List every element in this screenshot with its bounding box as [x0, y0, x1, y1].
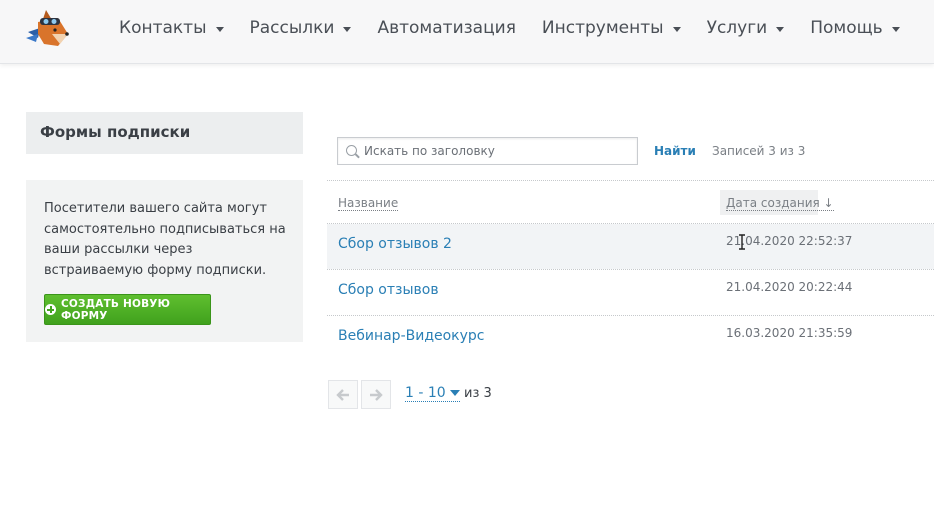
nav-tools[interactable]: Инструменты	[529, 0, 694, 56]
chevron-down-icon	[343, 26, 352, 32]
top-navigation-bar: Контакты Рассылки Автоматизация Инструме…	[0, 0, 934, 64]
chevron-down-icon	[449, 390, 460, 396]
nav-services-label: Услуги	[706, 18, 768, 38]
nav-automation-label: Автоматизация	[377, 18, 516, 38]
divider	[327, 180, 934, 181]
search-icon	[346, 145, 357, 156]
main-menu: Контакты Рассылки Автоматизация Инструме…	[106, 0, 913, 56]
prev-page-button[interactable]	[328, 380, 358, 409]
chevron-down-icon	[891, 26, 900, 32]
divider	[327, 315, 934, 316]
text-cursor-icon	[739, 234, 745, 250]
arrow-left-icon	[336, 388, 349, 401]
records-count: Записей 3 из 3	[712, 144, 806, 158]
nav-tools-label: Инструменты	[541, 18, 664, 38]
column-header-date[interactable]: Дата создания ↓	[726, 196, 834, 211]
nav-mailings[interactable]: Рассылки	[237, 0, 365, 56]
row-date: 16.03.2020 21:35:59	[726, 326, 853, 340]
nav-contacts-label: Контакты	[119, 18, 207, 38]
chevron-down-icon	[776, 26, 785, 32]
find-button[interactable]: Найти	[654, 144, 696, 158]
next-page-button[interactable]	[361, 380, 391, 409]
chevron-down-icon	[672, 26, 681, 32]
search-input[interactable]	[364, 138, 634, 164]
sidebar-description: Посетители вашего сайта могут самостояте…	[44, 201, 286, 278]
nav-services[interactable]: Услуги	[694, 0, 798, 56]
nav-mailings-label: Рассылки	[249, 18, 335, 38]
fox-logo-icon[interactable]	[24, 8, 72, 52]
row-date: 21.04.2020 20:22:44	[726, 280, 853, 294]
sidebar-info-panel: Посетители вашего сайта могут самостояте…	[26, 180, 303, 342]
nav-help[interactable]: Помощь	[797, 0, 912, 56]
create-form-button-label: СОЗДАТЬ НОВУЮ ФОРМУ	[61, 297, 171, 322]
page-size-dropdown[interactable]: 1 - 10	[405, 385, 460, 402]
nav-automation[interactable]: Автоматизация	[364, 0, 528, 56]
column-header-name[interactable]: Название	[338, 196, 399, 211]
form-link[interactable]: Сбор отзывов	[338, 282, 439, 298]
divider	[327, 269, 934, 270]
page-range-label: 1 - 10	[405, 385, 446, 401]
create-form-button[interactable]: СОЗДАТЬ НОВУЮ ФОРМУ	[44, 294, 211, 325]
page-total: из 3	[464, 386, 492, 401]
form-link[interactable]: Вебинар-Видеокурс	[338, 328, 485, 344]
nav-help-label: Помощь	[810, 18, 883, 38]
search-field	[337, 137, 638, 165]
nav-contacts[interactable]: Контакты	[106, 0, 237, 56]
page-title: Формы подписки	[40, 123, 191, 141]
form-link[interactable]: Сбор отзывов 2	[338, 236, 452, 252]
sidebar-header: Формы подписки	[26, 112, 303, 154]
plus-circle-icon	[45, 304, 56, 315]
chevron-down-icon	[215, 26, 224, 32]
arrow-right-icon	[370, 388, 383, 401]
